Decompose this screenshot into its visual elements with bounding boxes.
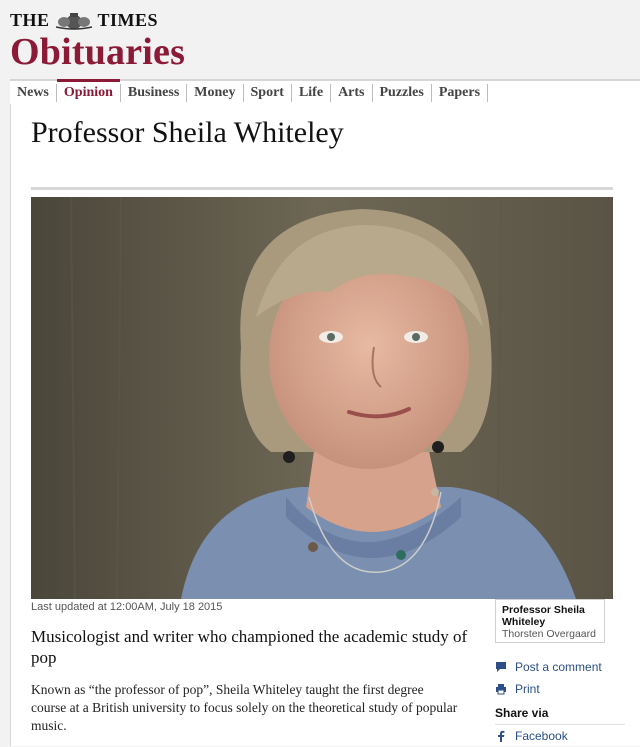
- facebook-share-link[interactable]: Facebook: [495, 725, 625, 747]
- nav-puzzles[interactable]: Puzzles: [373, 84, 432, 102]
- section-title[interactable]: Obituaries: [10, 30, 185, 74]
- article-headline: Professor Sheila Whiteley: [31, 116, 344, 149]
- nav-business[interactable]: Business: [121, 84, 188, 102]
- headline-divider: [31, 187, 613, 190]
- article-standfirst: Musicologist and writer who championed t…: [31, 627, 468, 667]
- facebook-icon: [495, 730, 507, 742]
- nav-opinion[interactable]: Opinion: [56, 79, 121, 102]
- nav-arts[interactable]: Arts: [331, 84, 373, 102]
- article-body: Known as “the professor of pop”, Sheila …: [31, 682, 458, 733]
- print-link[interactable]: Print: [495, 678, 625, 700]
- nav-papers[interactable]: Papers: [432, 84, 489, 102]
- nav-life[interactable]: Life: [292, 84, 332, 102]
- post-comment-label: Post a comment: [515, 660, 602, 674]
- caption-credit: Thorsten Overgaard: [502, 628, 596, 640]
- nav-news[interactable]: News: [10, 84, 57, 102]
- article-actions: Post a comment Print Share via Facebook: [495, 656, 625, 747]
- nav-sport[interactable]: Sport: [244, 84, 292, 102]
- print-label: Print: [515, 682, 540, 696]
- paper-name-the: THE: [10, 10, 50, 30]
- photo-caption: Professor Sheila Whiteley Thorsten Overg…: [495, 599, 605, 643]
- royal-crest-icon: [53, 12, 95, 30]
- facebook-label: Facebook: [515, 729, 568, 743]
- last-updated: Last updated at 12:00AM, July 18 2015: [31, 601, 223, 613]
- main-nav: News Opinion Business Money Sport Life A…: [10, 79, 640, 106]
- nav-money[interactable]: Money: [187, 84, 244, 102]
- masthead: THE TIMES Obituaries: [0, 0, 640, 78]
- share-via-heading: Share via: [495, 702, 625, 725]
- speech-bubble-icon: [495, 661, 507, 673]
- post-comment-link[interactable]: Post a comment: [495, 656, 625, 678]
- caption-name: Professor Sheila Whiteley: [502, 604, 585, 628]
- printer-icon: [495, 683, 507, 695]
- paper-name-times: TIMES: [97, 10, 159, 30]
- newspaper-name[interactable]: THE TIMES: [10, 10, 158, 31]
- article-content: Professor Sheila Whiteley Last updated a…: [10, 104, 640, 746]
- article-photo: [31, 197, 613, 599]
